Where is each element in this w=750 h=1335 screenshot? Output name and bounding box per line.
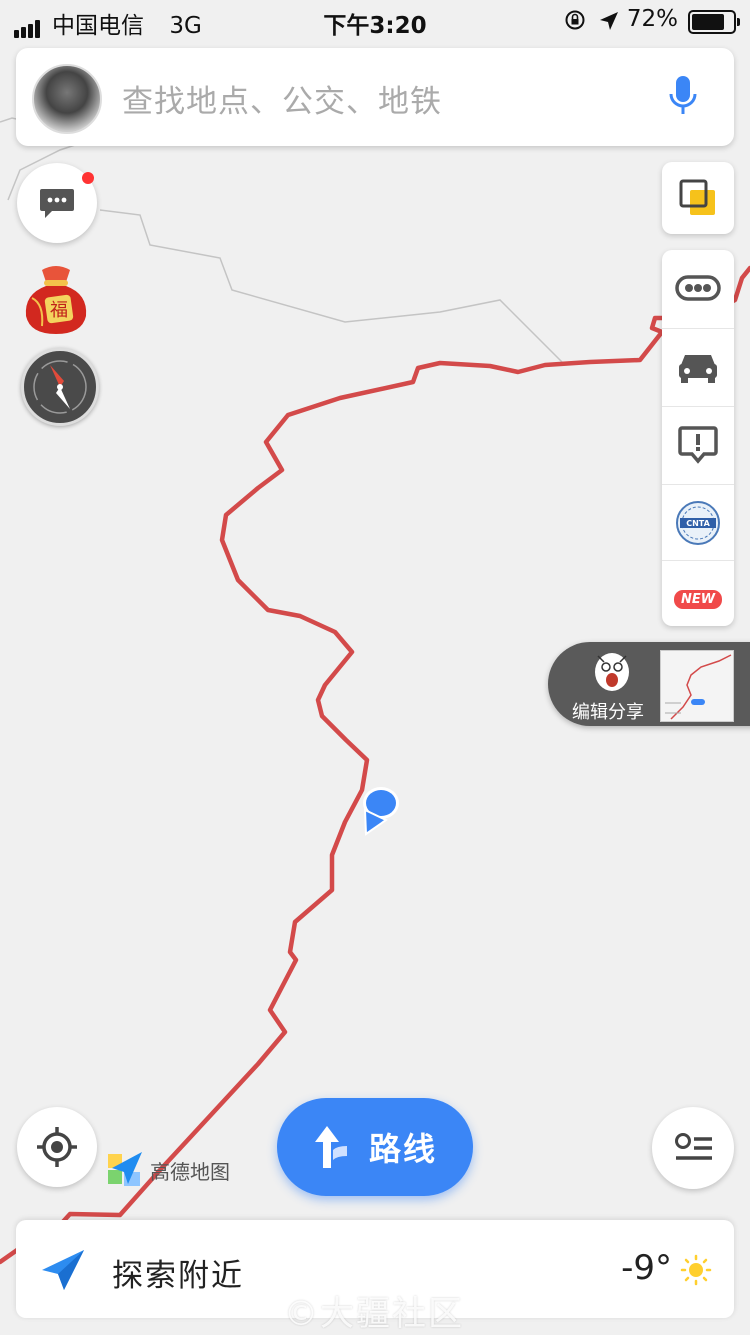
battery-icon (688, 10, 740, 34)
traffic-toggle[interactable] (662, 250, 734, 326)
location-services-icon (600, 12, 618, 30)
taxi-icon (679, 355, 717, 383)
cartoon-face-icon (595, 653, 629, 691)
route-button[interactable]: 路线 (277, 1098, 473, 1196)
layers-button[interactable] (662, 162, 734, 234)
amap-logo-icon (108, 1152, 142, 1186)
route-label: 路线 (369, 1130, 438, 1168)
compass-icon (33, 360, 87, 414)
cnta-button[interactable]: CNTA (662, 484, 734, 561)
paper-plane-icon (42, 1250, 84, 1290)
microphone-icon[interactable] (668, 74, 698, 118)
taxi-button[interactable] (662, 328, 734, 405)
report-issue-button[interactable] (662, 406, 734, 483)
svg-text:福: 福 (50, 300, 68, 321)
favorites-list-button[interactable] (652, 1107, 734, 1189)
compass-button[interactable] (21, 348, 99, 426)
new-feature-button[interactable]: NEW (662, 560, 734, 637)
search-input-placeholder[interactable]: 查找地点、公交、地铁 (122, 76, 442, 121)
map-tools-panel: CNTA NEW (662, 250, 734, 626)
user-avatar[interactable] (32, 64, 102, 134)
layers-icon (679, 179, 715, 215)
search-bar[interactable]: 查找地点、公交、地铁 (16, 48, 734, 146)
alert-bubble-icon (678, 426, 718, 464)
sun-icon (680, 1254, 712, 1286)
edit-share-button[interactable]: 编辑分享 (548, 642, 750, 726)
locate-me-button[interactable] (17, 1107, 97, 1187)
status-bar: 中国电信 3G 下午3:20 72% (0, 0, 750, 42)
share-label: 编辑分享 (572, 702, 644, 723)
crosshair-icon (37, 1127, 77, 1167)
brand-name: 高德地图 (150, 1160, 230, 1184)
watermark-text: ©大疆社区 (284, 1294, 464, 1334)
map-thumbnail (660, 650, 734, 722)
place-list-icon (675, 1133, 712, 1160)
battery-percentage: 72% (626, 6, 678, 32)
new-badge: NEW (673, 589, 723, 609)
notification-dot (82, 172, 94, 184)
rotation-lock-icon (565, 10, 585, 30)
temperature-value: -9° (621, 1248, 672, 1288)
location-marker (363, 787, 399, 836)
lucky-bag-icon[interactable]: 福 (22, 264, 90, 336)
turn-arrow-icon (315, 1126, 347, 1168)
traffic-icon (675, 275, 721, 301)
cnta-label: CNTA (686, 519, 710, 528)
explore-nearby-label: 探索附近 (112, 1258, 244, 1294)
battery-fill (692, 14, 724, 30)
chat-bubble-icon (40, 189, 74, 218)
map-boundary-line (99, 209, 563, 363)
cnta-badge-icon: CNTA (676, 501, 720, 545)
